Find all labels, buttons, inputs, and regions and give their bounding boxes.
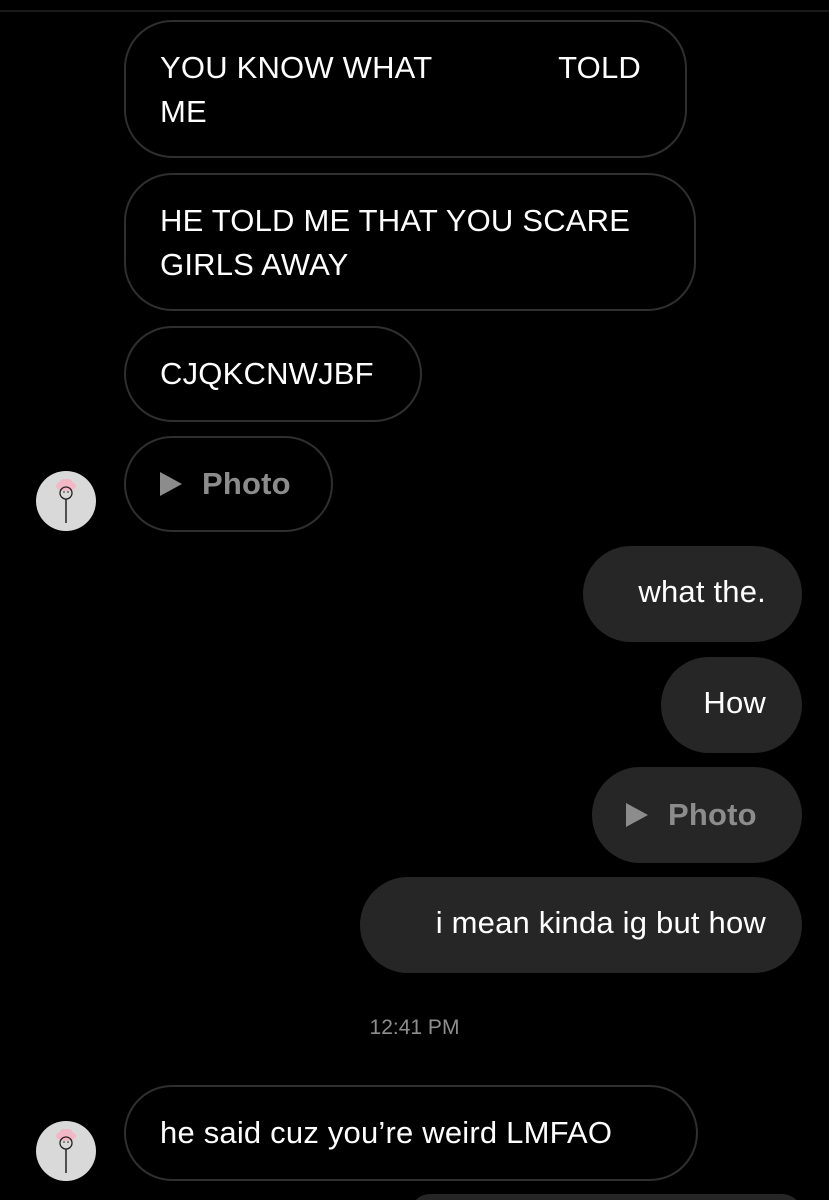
outgoing-message[interactable]: How xyxy=(661,657,802,753)
avatar-icon xyxy=(56,479,76,523)
outgoing-message[interactable]: i mean kinda ig but how xyxy=(360,877,802,973)
incoming-message[interactable]: HE TOLD ME THAT YOU SCARE GIRLS AWAY xyxy=(124,173,696,311)
incoming-message[interactable]: CJQKCNWJBF xyxy=(124,326,422,422)
play-icon xyxy=(626,803,648,827)
message-text: ME xyxy=(160,94,207,129)
avatar[interactable] xyxy=(36,471,96,531)
message-text: HE TOLD ME THAT YOU SCARE xyxy=(160,203,631,238)
message-text: i mean kinda ig but how xyxy=(435,905,766,940)
play-icon xyxy=(160,472,182,496)
message-text: GIRLS AWAY xyxy=(160,247,349,282)
outgoing-message[interactable]: what the. xyxy=(583,546,802,642)
message-line: YOU KNOW WHAT TOLD xyxy=(160,46,651,90)
photo-label: Photo xyxy=(668,797,757,832)
photo-label: Photo xyxy=(202,466,291,501)
avatar[interactable] xyxy=(36,1121,96,1181)
message-timestamp: 12:41 PM xyxy=(369,1016,460,1039)
message-text: CJQKCNWJBF xyxy=(160,356,374,391)
outgoing-photo-message[interactable]: Photo xyxy=(592,767,802,863)
incoming-message[interactable]: YOU KNOW WHAT TOLD ME xyxy=(124,20,687,158)
message-text: How xyxy=(703,685,766,720)
incoming-message[interactable]: he said cuz you’re weird LMFAO xyxy=(124,1085,698,1181)
incoming-photo-message[interactable]: Photo xyxy=(124,436,333,532)
message-text: YOU KNOW WHAT xyxy=(160,50,433,85)
message-text: TOLD xyxy=(558,50,641,85)
message-text: what the. xyxy=(638,574,766,609)
outgoing-message-partial[interactable] xyxy=(410,1194,802,1200)
avatar-icon xyxy=(56,1129,76,1173)
message-text: he said cuz you’re weird LMFAO xyxy=(160,1115,613,1150)
header-divider xyxy=(0,10,829,12)
chat-screen: YOU KNOW WHAT TOLD ME HE TOLD ME THAT YO… xyxy=(0,0,829,1200)
